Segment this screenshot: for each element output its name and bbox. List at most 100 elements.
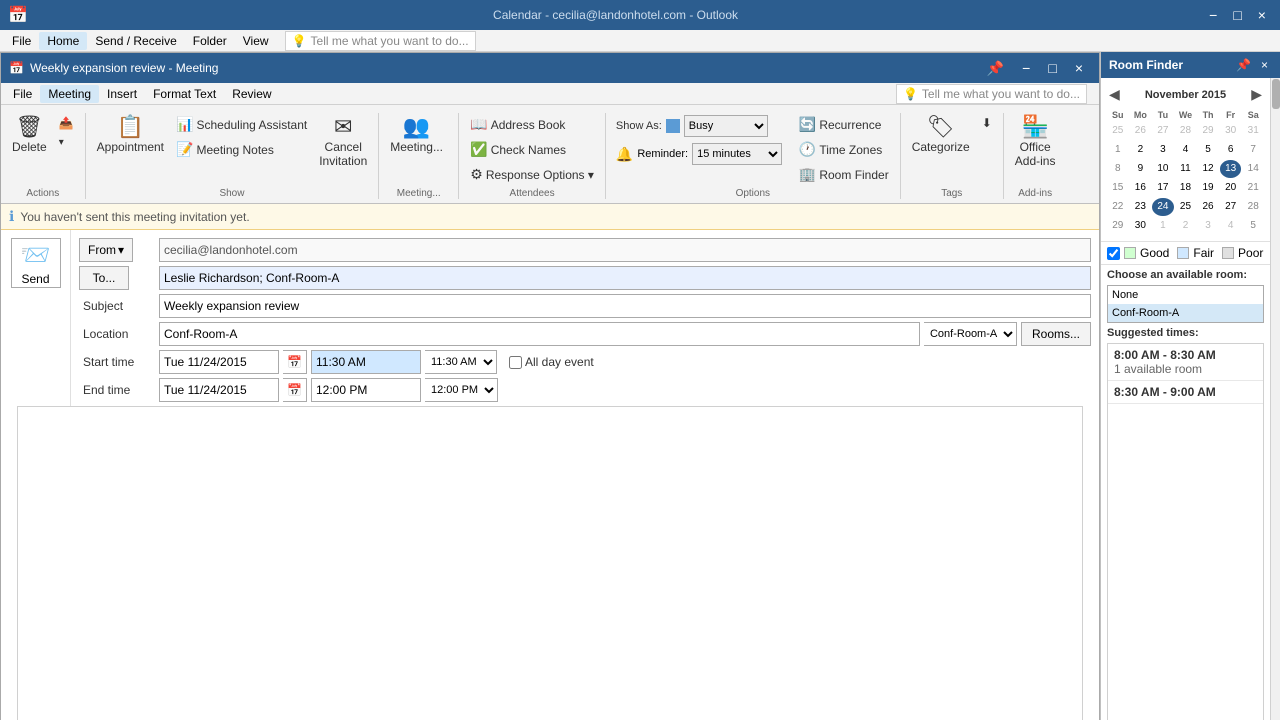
room-none[interactable]: None [1108, 286, 1263, 304]
dialog-tell-me-box[interactable]: 💡 Tell me what you want to do... [896, 84, 1087, 104]
cal-day-24[interactable]: 24 [1152, 198, 1174, 216]
cal-day-30-prev[interactable]: 30 [1220, 122, 1242, 140]
categorize-button[interactable]: 🏷 Categorize [907, 113, 975, 157]
recurrence-button[interactable]: 🔄 Recurrence [794, 113, 894, 136]
meeting-notes-button[interactable]: 📝 Meeting Notes [171, 138, 312, 161]
forward-dropdown[interactable]: ▾ [54, 134, 79, 151]
room-finder-ribbon-button[interactable]: 🏢 Room Finder [794, 163, 894, 186]
end-date-input[interactable] [159, 378, 279, 402]
room-finder-close-button[interactable]: × [1257, 57, 1272, 73]
cal-day-1-next[interactable]: 1 [1152, 217, 1174, 235]
from-input[interactable] [159, 238, 1091, 262]
cal-day-25[interactable]: 25 [1175, 198, 1197, 216]
cal-day-14[interactable]: 14 [1242, 160, 1264, 178]
end-time-dropdown[interactable]: 12:00 PM [425, 378, 498, 402]
dialog-restore-button[interactable]: □ [1040, 59, 1064, 78]
start-date-input[interactable] [159, 350, 279, 374]
rooms-button[interactable]: Rooms... [1021, 322, 1091, 346]
start-cal-button[interactable]: 📅 [283, 350, 307, 374]
suggestion-2[interactable]: 8:30 AM - 9:00 AM [1108, 381, 1263, 404]
to-input[interactable] [159, 266, 1091, 290]
location-dropdown[interactable]: Conf-Room-A [924, 322, 1017, 346]
cal-day-6[interactable]: 6 [1220, 141, 1242, 159]
dialog-menu-review[interactable]: Review [224, 85, 279, 103]
cal-day-17[interactable]: 17 [1152, 179, 1174, 197]
start-time-input[interactable] [311, 350, 421, 374]
cal-day-28-prev[interactable]: 28 [1175, 122, 1197, 140]
menu-view[interactable]: View [235, 32, 277, 50]
cal-day-27[interactable]: 27 [1220, 198, 1242, 216]
cal-day-19[interactable]: 19 [1197, 179, 1219, 197]
cal-day-11[interactable]: 11 [1175, 160, 1197, 178]
menu-file[interactable]: File [4, 32, 39, 50]
send-button[interactable]: 📨 Send [11, 238, 61, 288]
close-button[interactable]: × [1252, 5, 1272, 25]
good-checkbox[interactable] [1107, 247, 1120, 260]
cal-day-16[interactable]: 16 [1130, 179, 1152, 197]
cal-day-3[interactable]: 3 [1152, 141, 1174, 159]
room-conf-a[interactable]: Conf-Room-A [1108, 304, 1263, 322]
subject-input[interactable] [159, 294, 1091, 318]
show-as-select[interactable]: Busy Free Tentative Out of Office [684, 115, 768, 137]
appointment-button[interactable]: 📋 Appointment [92, 113, 169, 157]
allday-checkbox[interactable] [509, 356, 522, 369]
to-button[interactable]: To... [79, 266, 129, 290]
room-finder-pin-button[interactable]: 📌 [1232, 57, 1255, 73]
cal-day-5-next[interactable]: 5 [1242, 217, 1264, 235]
delete-button[interactable]: 🗑 Delete [7, 113, 52, 157]
end-time-input[interactable] [311, 378, 421, 402]
cal-day-25-prev[interactable]: 25 [1107, 122, 1129, 140]
from-button[interactable]: From ▾ [79, 238, 133, 262]
cal-day-28[interactable]: 28 [1242, 198, 1264, 216]
dialog-menu-file[interactable]: File [5, 85, 40, 103]
room-finder-scrollbar[interactable] [1270, 78, 1280, 720]
dialog-pin-button[interactable]: 📌 [979, 59, 1012, 78]
meeting-body-area[interactable] [17, 406, 1083, 720]
location-input[interactable] [159, 322, 920, 346]
dialog-minimize-button[interactable]: − [1014, 59, 1038, 78]
meeting-button[interactable]: 👥 Meeting... [385, 113, 448, 157]
menu-folder[interactable]: Folder [185, 32, 235, 50]
cal-day-9[interactable]: 9 [1130, 160, 1152, 178]
cal-day-12[interactable]: 12 [1197, 160, 1219, 178]
cal-day-10[interactable]: 10 [1152, 160, 1174, 178]
dialog-menu-meeting[interactable]: Meeting [40, 85, 99, 103]
dialog-menu-insert[interactable]: Insert [99, 85, 145, 103]
cal-day-18[interactable]: 18 [1175, 179, 1197, 197]
tell-me-box[interactable]: 💡 Tell me what you want to do... [285, 31, 476, 51]
time-zones-button[interactable]: 🕐 Time Zones [794, 138, 894, 161]
cal-day-1[interactable]: 1 [1107, 141, 1129, 159]
cal-day-26-prev[interactable]: 26 [1130, 122, 1152, 140]
cal-day-29[interactable]: 29 [1107, 217, 1129, 235]
cal-day-4[interactable]: 4 [1175, 141, 1197, 159]
cancel-invitation-button[interactable]: ✉ CancelInvitation [314, 113, 372, 171]
end-cal-button[interactable]: 📅 [283, 378, 307, 402]
suggestion-1[interactable]: 8:00 AM - 8:30 AM 1 available room [1108, 344, 1263, 381]
cal-day-23[interactable]: 23 [1130, 198, 1152, 216]
address-book-button[interactable]: 📖 Address Book [465, 113, 599, 136]
cal-day-29-prev[interactable]: 29 [1197, 122, 1219, 140]
cal-day-15[interactable]: 15 [1107, 179, 1129, 197]
cal-day-30[interactable]: 30 [1130, 217, 1152, 235]
cal-day-7[interactable]: 7 [1242, 141, 1264, 159]
cal-next-button[interactable]: ▶ [1249, 84, 1264, 105]
minimize-button[interactable]: − [1203, 5, 1223, 25]
cal-day-5[interactable]: 5 [1197, 141, 1219, 159]
cal-day-21[interactable]: 21 [1242, 179, 1264, 197]
cal-day-26[interactable]: 26 [1197, 198, 1219, 216]
office-addins-button[interactable]: 🏪 OfficeAdd-ins [1010, 113, 1061, 171]
response-options-button[interactable]: ⚙ Response Options ▾ [465, 163, 599, 186]
cal-day-13[interactable]: 13 [1220, 160, 1242, 178]
reminder-select[interactable]: 15 minutes None 5 minutes 30 minutes [692, 143, 782, 165]
forward-button[interactable]: 📤 [54, 113, 79, 133]
start-time-dropdown[interactable]: 11:30 AM [425, 350, 497, 374]
menu-send-receive[interactable]: Send / Receive [87, 32, 184, 50]
dialog-close-button[interactable]: × [1067, 59, 1091, 78]
cal-day-4-next[interactable]: 4 [1220, 217, 1242, 235]
cal-day-3-next[interactable]: 3 [1197, 217, 1219, 235]
cal-day-8[interactable]: 8 [1107, 160, 1129, 178]
cal-prev-button[interactable]: ◀ [1107, 84, 1122, 105]
cal-day-31-prev[interactable]: 31 [1242, 122, 1264, 140]
menu-home[interactable]: Home [39, 32, 87, 50]
dialog-menu-format-text[interactable]: Format Text [145, 85, 224, 103]
